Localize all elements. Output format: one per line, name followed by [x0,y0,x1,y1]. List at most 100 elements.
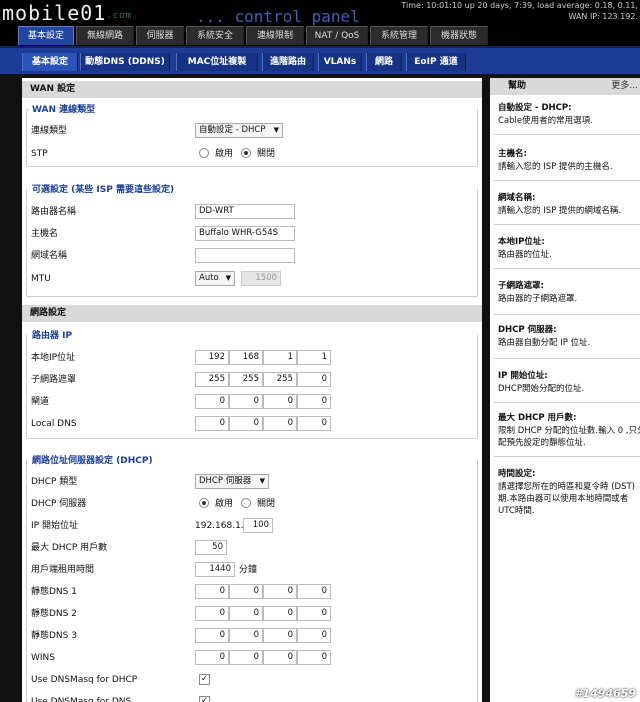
mask-octet-3[interactable]: 255 [263,372,297,387]
mtu-input[interactable]: 1500 [241,271,281,286]
tab-access-restrictions[interactable]: 連線限制 [246,26,304,45]
router-name-input[interactable]: DD-WRT [195,204,295,219]
lease-time-input[interactable]: 1440 [195,562,235,577]
gateway-octet-3[interactable]: 0 [263,394,297,409]
dns2-octet-2[interactable]: 0 [229,606,263,621]
lease-time-unit: 分鐘 [239,565,258,575]
dnsmasq-dhcp-checkbox[interactable]: ✓ [199,674,210,685]
dnsmasq-dhcp-label: Use DNSMasq for DHCP [31,675,138,685]
gateway-octet-4[interactable]: 0 [297,394,331,409]
local-dns-label: Local DNS [31,419,77,429]
dns1-octet-2[interactable]: 0 [229,584,263,599]
static-dns2-label: 靜態DNS 2 [31,609,77,619]
conn-type-row: 連線類型 自動設定 - DHCP ▼ [31,123,481,139]
dns3-octet-2[interactable]: 0 [229,628,263,643]
dns3-octet-4[interactable]: 0 [297,628,331,643]
static-dns3-label: 靜態DNS 3 [31,631,77,641]
subtab-advanced-routing[interactable]: 進階路由 [262,53,314,71]
page: mobile01 .com ... control panel Time: 10:… [0,0,640,702]
network-setup-header: 網路設定 [22,305,482,322]
domain-row: 網域名稱 [31,248,481,264]
dns3-octet-1[interactable]: 0 [195,628,229,643]
help-item: 本地IP位址: 路由器的位址. [498,237,552,260]
domain-input[interactable] [195,248,295,263]
local-dns-octet-1[interactable]: 0 [195,416,229,431]
tab-basic-setup[interactable]: 基本設定 [18,26,74,45]
stp-enable-radio[interactable] [199,148,209,158]
dns3-octet-3[interactable]: 0 [263,628,297,643]
top-header: mobile01 .com ... control panel Time: 10:… [0,0,640,26]
dns2-octet-1[interactable]: 0 [195,606,229,621]
mtu-mode-select[interactable]: Auto ▼ [195,271,235,286]
wins-octet-4[interactable]: 0 [297,650,331,665]
wins-label: WINS [31,653,55,663]
start-ip-input[interactable]: 100 [243,518,273,533]
dhcp-legend: 網路位址伺服器設定 (DHCP) [30,453,155,466]
subtab-networking[interactable]: 網路 [366,53,402,71]
local-ip-octet-3[interactable]: 1 [263,350,297,365]
dnsmasq-dns-row: Use DNSMasq for DNS ✓ [31,694,481,702]
help-panel: 幫助 更多... 自動設定 - DHCP: Cable使用者的常用選項. 主機名:… [490,78,640,702]
local-dns-octet-3[interactable]: 0 [263,416,297,431]
panel-title: ... control panel [196,7,360,26]
optional-settings-legend: 可選設定 (某些 ISP 需要這些設定) [30,182,177,195]
router-ip-fieldset: 路由器 IP 本地IP位址 192 . 168 . 1 . 1 子網路遮罩 25… [26,328,478,439]
local-ip-octet-1[interactable]: 192 [195,350,229,365]
site-logo[interactable]: mobile01 .com [2,3,131,23]
mask-octet-2[interactable]: 255 [229,372,263,387]
wins-octet-2[interactable]: 0 [229,650,263,665]
dns2-octet-4[interactable]: 0 [297,606,331,621]
hostname-input[interactable]: Buffalo WHR-G54S [195,226,295,241]
local-dns-octet-4[interactable]: 0 [297,416,331,431]
dhcp-disable-radio[interactable] [241,498,251,508]
wan-setup-header: WAN 設定 [22,81,482,98]
hostname-label: 主機名 [31,229,59,239]
start-ip-prefix: 192.168.1. [195,521,244,531]
subtab-mac-clone[interactable]: MAC位址複製 [176,53,258,71]
help-item: 網域名稱: 請輸入您的 ISP 提供的網域名稱. [498,193,622,216]
mask-octet-1[interactable]: 255 [195,372,229,387]
uptime-text: Time: 10:01:10 up 20 days, 7:39, load av… [401,1,638,10]
dns2-octet-3[interactable]: 0 [263,606,297,621]
dhcp-server-label: DHCP 伺服器 [31,499,87,509]
max-users-label: 最大 DHCP 用戶數 [31,543,108,553]
mask-octet-4[interactable]: 0 [297,372,331,387]
system-info: Time: 10:01:10 up 20 days, 7:39, load av… [401,0,638,22]
optional-settings-fieldset: 可選設定 (某些 ISP 需要這些設定) 路由器名稱 DD-WRT 主機名 Bu… [26,182,481,297]
tab-nat-qos[interactable]: NAT / QoS [306,26,368,45]
tab-status[interactable]: 機器狀態 [430,26,488,45]
stp-row: STP 啟用 關閉 [31,146,481,162]
tab-services[interactable]: 伺服器 [136,26,184,45]
max-users-input[interactable]: 50 [195,540,227,555]
local-ip-octet-2[interactable]: 168 [229,350,263,365]
wins-octet-1[interactable]: 0 [195,650,229,665]
static-dns1-label: 靜態DNS 1 [31,587,77,597]
tab-administration[interactable]: 系統管理 [370,26,428,45]
dns1-octet-3[interactable]: 0 [263,584,297,599]
gateway-octet-1[interactable]: 0 [195,394,229,409]
dns1-octet-1[interactable]: 0 [195,584,229,599]
dhcp-enable-radio[interactable] [199,498,209,508]
stp-disable-radio[interactable] [241,148,251,158]
lease-time-row: 用戶端租用時間 1440 分鐘 [31,562,481,578]
dns1-octet-4[interactable]: 0 [297,584,331,599]
tab-security[interactable]: 系統安全 [186,26,244,45]
subtab-vlans[interactable]: VLANs [318,53,362,71]
wan-type-fieldset: WAN 連線類型 連線類型 自動設定 - DHCP ▼ STP 啟用 關閉 [26,102,481,167]
tab-wireless[interactable]: 無線網路 [76,26,134,45]
help-title: 幫助 [508,81,527,91]
local-ip-octet-4[interactable]: 1 [297,350,331,365]
gateway-octet-2[interactable]: 0 [229,394,263,409]
subtab-eoip-tunnel[interactable]: EoIP 通道 [406,53,466,71]
wins-octet-3[interactable]: 0 [263,650,297,665]
dhcp-type-select[interactable]: DHCP 伺服器 ▼ [195,474,269,489]
local-dns-octet-2[interactable]: 0 [229,416,263,431]
help-more-link[interactable]: 更多... [611,78,638,95]
help-item: IP 開始位址: DHCP開始分配的位址. [498,371,585,394]
subtab-ddns[interactable]: 動態DNS (DDNS) [80,53,170,71]
primary-tabs: 基本設定 無線網路 伺服器 系統安全 連線限制 NAT / QoS 系統管理 機… [0,26,640,46]
conn-type-select[interactable]: 自動設定 - DHCP ▼ [195,123,283,138]
chevron-down-icon: ▼ [225,274,231,282]
subtab-basic-setup[interactable]: 基本設定 [22,53,78,71]
dnsmasq-dns-checkbox[interactable]: ✓ [199,696,210,702]
